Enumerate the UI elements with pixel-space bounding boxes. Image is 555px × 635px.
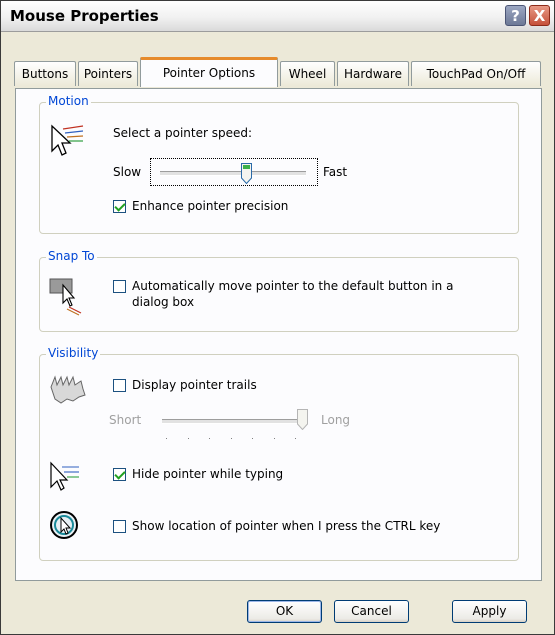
trails-tick (252, 438, 253, 439)
snap-to-label-line1[interactable]: Automatically move pointer to the defaul… (132, 279, 453, 293)
trails-ticks (166, 438, 306, 440)
tab-touchpad[interactable]: TouchPad On/Off (411, 61, 541, 86)
trails-tick (209, 438, 210, 439)
fast-label: Fast (323, 165, 348, 179)
slow-label: Slow (113, 165, 142, 179)
tab-pointers[interactable]: Pointers (78, 61, 138, 86)
tab-pointer-options[interactable]: Pointer Options (140, 57, 278, 87)
pointer-speed-thumb[interactable] (241, 163, 252, 184)
visibility-group: Visibility Display pointer trails Short … (39, 346, 519, 561)
apply-button[interactable]: Apply (452, 600, 527, 623)
motion-group-label: Motion (46, 94, 91, 108)
show-location-icon (50, 511, 78, 539)
trails-thumb (297, 409, 308, 430)
pointer-speed-track (160, 171, 306, 176)
hide-pointer-label[interactable]: Hide pointer while typing (132, 467, 283, 481)
trails-tick (295, 438, 296, 439)
enhance-precision-checkbox[interactable] (113, 200, 126, 213)
help-button[interactable]: ? (505, 5, 526, 26)
snap-to-group-label: Snap To (46, 249, 97, 263)
pointer-trails-icon (50, 375, 86, 404)
visibility-group-label: Visibility (46, 346, 101, 360)
tab-hardware[interactable]: Hardware (337, 61, 409, 86)
show-location-label[interactable]: Show location of pointer when I press th… (132, 519, 440, 533)
cancel-button[interactable]: Cancel (334, 600, 409, 623)
trails-tick (230, 438, 232, 439)
pointer-speed-icon (51, 124, 84, 156)
title-bar[interactable]: Mouse Properties ? X (1, 1, 554, 32)
ok-button[interactable]: OK (247, 600, 322, 623)
trails-track (162, 419, 308, 424)
close-button[interactable]: X (529, 5, 550, 26)
trails-tick (187, 438, 189, 439)
pointer-trails-label[interactable]: Display pointer trails (132, 378, 257, 392)
pointer-speed-label: Select a pointer speed: (113, 126, 253, 140)
tab-wheel[interactable]: Wheel (280, 61, 335, 86)
trails-tick (166, 438, 167, 439)
show-location-checkbox[interactable] (113, 520, 126, 533)
window-title: Mouse Properties (10, 7, 159, 25)
mouse-properties-window: Mouse Properties ? X Buttons Pointers Po… (0, 0, 555, 635)
snap-to-icon (49, 278, 82, 316)
snap-to-group: Snap To Automatically move pointer to th… (39, 249, 519, 332)
motion-group: Motion Select a pointer speed: Slow Fast… (39, 94, 519, 234)
enhance-precision-label[interactable]: Enhance pointer precision (132, 199, 288, 213)
tab-buttons[interactable]: Buttons (14, 61, 76, 86)
pointer-options-panel: Motion Select a pointer speed: Slow Fast… (15, 88, 542, 581)
pointer-trails-checkbox[interactable] (113, 379, 126, 392)
snap-to-label-line2[interactable]: dialog box (132, 295, 194, 309)
trails-tick (273, 438, 275, 439)
long-label: Long (321, 413, 351, 427)
pointer-speed-slider[interactable] (150, 158, 318, 186)
hide-pointer-checkbox[interactable] (113, 468, 126, 481)
short-label: Short (109, 413, 142, 427)
hide-pointer-icon (50, 461, 79, 491)
snap-to-checkbox[interactable] (113, 280, 126, 293)
